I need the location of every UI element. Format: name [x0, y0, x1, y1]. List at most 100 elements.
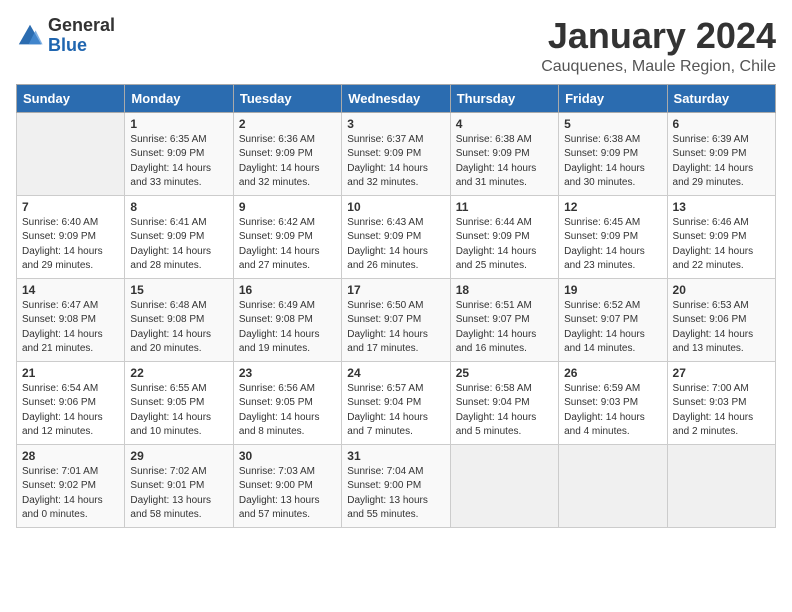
- col-header-wednesday: Wednesday: [342, 84, 450, 112]
- day-number: 18: [456, 283, 553, 297]
- day-number: 16: [239, 283, 336, 297]
- day-cell: [17, 112, 125, 195]
- col-header-friday: Friday: [559, 84, 667, 112]
- day-info: Sunrise: 6:58 AM Sunset: 9:04 PM Dayligh…: [456, 382, 553, 440]
- day-info: Sunrise: 6:49 AM Sunset: 9:08 PM Dayligh…: [239, 299, 336, 357]
- day-number: 15: [130, 283, 227, 297]
- day-cell: 22 Sunrise: 6:55 AM Sunset: 9:05 PM Dayli…: [125, 361, 233, 444]
- day-number: 14: [22, 283, 119, 297]
- day-cell: 20 Sunrise: 6:53 AM Sunset: 9:06 PM Dayli…: [667, 278, 775, 361]
- day-number: 30: [239, 449, 336, 463]
- title-area: January 2024 Cauquenes, Maule Region, Ch…: [541, 16, 776, 76]
- col-header-sunday: Sunday: [17, 84, 125, 112]
- day-info: Sunrise: 7:02 AM Sunset: 9:01 PM Dayligh…: [130, 465, 227, 523]
- day-info: Sunrise: 6:57 AM Sunset: 9:04 PM Dayligh…: [347, 382, 444, 440]
- day-number: 24: [347, 366, 444, 380]
- day-cell: 10Sunrise: 6:43 AM Sunset: 9:09 PM Dayli…: [342, 195, 450, 278]
- day-info: Sunrise: 6:51 AM Sunset: 9:07 PM Dayligh…: [456, 299, 553, 357]
- header: General Blue January 2024 Cauquenes, Mau…: [16, 16, 776, 76]
- day-cell: 9 Sunrise: 6:42 AM Sunset: 9:09 PM Daylig…: [233, 195, 341, 278]
- day-number: 27: [673, 366, 770, 380]
- day-cell: [559, 444, 667, 527]
- day-cell: 21 Sunrise: 6:54 AM Sunset: 9:06 PM Dayli…: [17, 361, 125, 444]
- header-row: SundayMondayTuesdayWednesdayThursdayFrid…: [17, 84, 776, 112]
- day-cell: 14 Sunrise: 6:47 AM Sunset: 9:08 PM Dayli…: [17, 278, 125, 361]
- week-row-2: 7 Sunrise: 6:40 AM Sunset: 9:09 PM Daylig…: [17, 195, 776, 278]
- day-cell: 29 Sunrise: 7:02 AM Sunset: 9:01 PM Dayli…: [125, 444, 233, 527]
- day-cell: 30 Sunrise: 7:03 AM Sunset: 9:00 PM Dayli…: [233, 444, 341, 527]
- col-header-monday: Monday: [125, 84, 233, 112]
- day-info: Sunrise: 6:40 AM Sunset: 9:09 PM Dayligh…: [22, 216, 119, 274]
- day-info: Sunrise: 6:46 AM Sunset: 9:09 PM Dayligh…: [673, 216, 770, 274]
- day-info: Sunrise: 6:54 AM Sunset: 9:06 PM Dayligh…: [22, 382, 119, 440]
- day-number: 20: [673, 283, 770, 297]
- day-cell: 28 Sunrise: 7:01 AM Sunset: 9:02 PM Dayli…: [17, 444, 125, 527]
- day-cell: 5 Sunrise: 6:38 AM Sunset: 9:09 PM Daylig…: [559, 112, 667, 195]
- day-cell: 24 Sunrise: 6:57 AM Sunset: 9:04 PM Dayli…: [342, 361, 450, 444]
- day-cell: 27 Sunrise: 7:00 AM Sunset: 9:03 PM Dayli…: [667, 361, 775, 444]
- logo: General Blue: [16, 16, 115, 56]
- day-number: 11: [456, 200, 553, 214]
- day-info: Sunrise: 7:01 AM Sunset: 9:02 PM Dayligh…: [22, 465, 119, 523]
- day-info: Sunrise: 6:59 AM Sunset: 9:03 PM Dayligh…: [564, 382, 661, 440]
- day-cell: 31 Sunrise: 7:04 AM Sunset: 9:00 PM Dayli…: [342, 444, 450, 527]
- day-cell: 2Sunrise: 6:36 AM Sunset: 9:09 PM Daylig…: [233, 112, 341, 195]
- day-cell: 3Sunrise: 6:37 AM Sunset: 9:09 PM Daylig…: [342, 112, 450, 195]
- day-info: Sunrise: 6:45 AM Sunset: 9:09 PM Dayligh…: [564, 216, 661, 274]
- day-info: Sunrise: 6:42 AM Sunset: 9:09 PM Dayligh…: [239, 216, 336, 274]
- day-number: 31: [347, 449, 444, 463]
- day-info: Sunrise: 7:04 AM Sunset: 9:00 PM Dayligh…: [347, 465, 444, 523]
- day-cell: 19 Sunrise: 6:52 AM Sunset: 9:07 PM Dayli…: [559, 278, 667, 361]
- day-number: 13: [673, 200, 770, 214]
- day-number: 28: [22, 449, 119, 463]
- calendar-title: January 2024: [541, 16, 776, 56]
- day-info: Sunrise: 6:44 AM Sunset: 9:09 PM Dayligh…: [456, 216, 553, 274]
- day-info: Sunrise: 6:36 AM Sunset: 9:09 PM Dayligh…: [239, 133, 336, 191]
- day-info: Sunrise: 6:39 AM Sunset: 9:09 PM Dayligh…: [673, 133, 770, 191]
- day-cell: 25 Sunrise: 6:58 AM Sunset: 9:04 PM Dayli…: [450, 361, 558, 444]
- col-header-saturday: Saturday: [667, 84, 775, 112]
- day-number: 3: [347, 117, 444, 131]
- day-cell: 1Sunrise: 6:35 AM Sunset: 9:09 PM Daylig…: [125, 112, 233, 195]
- day-info: Sunrise: 6:47 AM Sunset: 9:08 PM Dayligh…: [22, 299, 119, 357]
- week-row-1: 1Sunrise: 6:35 AM Sunset: 9:09 PM Daylig…: [17, 112, 776, 195]
- day-info: Sunrise: 7:00 AM Sunset: 9:03 PM Dayligh…: [673, 382, 770, 440]
- day-cell: 8 Sunrise: 6:41 AM Sunset: 9:09 PM Daylig…: [125, 195, 233, 278]
- week-row-4: 21 Sunrise: 6:54 AM Sunset: 9:06 PM Dayli…: [17, 361, 776, 444]
- day-number: 21: [22, 366, 119, 380]
- day-info: Sunrise: 6:55 AM Sunset: 9:05 PM Dayligh…: [130, 382, 227, 440]
- logo-general: General Blue: [48, 16, 115, 56]
- day-number: 7: [22, 200, 119, 214]
- day-cell: 18 Sunrise: 6:51 AM Sunset: 9:07 PM Dayli…: [450, 278, 558, 361]
- day-number: 26: [564, 366, 661, 380]
- day-info: Sunrise: 6:50 AM Sunset: 9:07 PM Dayligh…: [347, 299, 444, 357]
- day-cell: 4 Sunrise: 6:38 AM Sunset: 9:09 PM Daylig…: [450, 112, 558, 195]
- day-number: 9: [239, 200, 336, 214]
- day-cell: 7 Sunrise: 6:40 AM Sunset: 9:09 PM Daylig…: [17, 195, 125, 278]
- day-info: Sunrise: 7:03 AM Sunset: 9:00 PM Dayligh…: [239, 465, 336, 523]
- day-number: 8: [130, 200, 227, 214]
- day-number: 5: [564, 117, 661, 131]
- day-info: Sunrise: 6:38 AM Sunset: 9:09 PM Dayligh…: [456, 133, 553, 191]
- calendar-table: SundayMondayTuesdayWednesdayThursdayFrid…: [16, 84, 776, 528]
- day-info: Sunrise: 6:38 AM Sunset: 9:09 PM Dayligh…: [564, 133, 661, 191]
- day-cell: 12Sunrise: 6:45 AM Sunset: 9:09 PM Dayli…: [559, 195, 667, 278]
- day-cell: [667, 444, 775, 527]
- day-number: 23: [239, 366, 336, 380]
- day-cell: 15Sunrise: 6:48 AM Sunset: 9:08 PM Dayli…: [125, 278, 233, 361]
- day-info: Sunrise: 6:52 AM Sunset: 9:07 PM Dayligh…: [564, 299, 661, 357]
- day-cell: 17Sunrise: 6:50 AM Sunset: 9:07 PM Dayli…: [342, 278, 450, 361]
- week-row-5: 28 Sunrise: 7:01 AM Sunset: 9:02 PM Dayli…: [17, 444, 776, 527]
- day-cell: 11 Sunrise: 6:44 AM Sunset: 9:09 PM Dayli…: [450, 195, 558, 278]
- day-number: 22: [130, 366, 227, 380]
- day-info: Sunrise: 6:53 AM Sunset: 9:06 PM Dayligh…: [673, 299, 770, 357]
- day-info: Sunrise: 6:41 AM Sunset: 9:09 PM Dayligh…: [130, 216, 227, 274]
- day-cell: 6 Sunrise: 6:39 AM Sunset: 9:09 PM Daylig…: [667, 112, 775, 195]
- day-number: 4: [456, 117, 553, 131]
- day-number: 6: [673, 117, 770, 131]
- day-number: 19: [564, 283, 661, 297]
- day-cell: 13 Sunrise: 6:46 AM Sunset: 9:09 PM Dayli…: [667, 195, 775, 278]
- day-number: 25: [456, 366, 553, 380]
- day-number: 10: [347, 200, 444, 214]
- day-number: 29: [130, 449, 227, 463]
